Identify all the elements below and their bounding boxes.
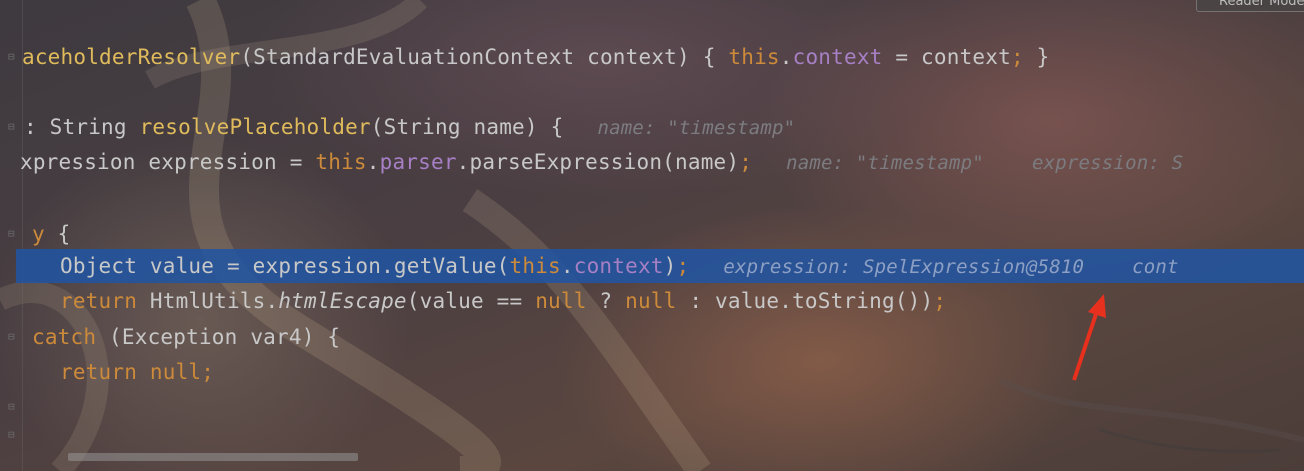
code-text: ): [663, 254, 677, 278]
inline-debug-value: expression: SpelExpression@5810: [723, 256, 1085, 278]
code-line-method-signature[interactable]: : String resolvePlaceholder(String name)…: [24, 110, 795, 144]
inline-debug-value: name: "timestamp": [786, 152, 984, 174]
field-name: context: [792, 45, 883, 69]
code-text: : value.toString()): [676, 289, 934, 313]
keyword: this: [509, 254, 561, 278]
semicolon: ;: [201, 360, 215, 384]
code-line-return-escape[interactable]: return HtmlUtils.htmlEscape(value == nul…: [60, 284, 946, 318]
code-line-get-value[interactable]: Object value = expression.getValue(this.…: [60, 249, 1179, 283]
code-text: (StandardEvaluationContext context) {: [240, 45, 729, 69]
code-text: .: [366, 150, 380, 174]
code-text: (value ==: [406, 289, 536, 313]
keyword: this: [315, 150, 367, 174]
keyword: return: [60, 289, 138, 313]
code-text: {: [44, 222, 71, 246]
keyword: null: [535, 289, 587, 313]
keyword: null: [149, 360, 202, 384]
semicolon: ;: [1010, 45, 1024, 69]
semicolon: ;: [676, 254, 690, 278]
keyword: catch: [32, 325, 97, 349]
static-method-name: htmlEscape: [278, 289, 407, 313]
method-name: aceholderResolver: [22, 45, 241, 69]
code-line-parse-expression[interactable]: xpression expression = this.parser.parse…: [20, 145, 1183, 179]
fold-end-icon[interactable]: ⊟: [8, 428, 20, 442]
code-text: .parseExpression(name): [456, 150, 740, 174]
code-text: .: [560, 254, 574, 278]
inline-debug-value: name: "timestamp": [597, 117, 796, 139]
inline-debug-value: expression: S: [1031, 152, 1184, 174]
semicolon: ;: [933, 289, 947, 313]
code-line-return-null[interactable]: return null;: [60, 355, 214, 389]
code-text: = context: [882, 45, 1011, 69]
horizontal-scrollbar[interactable]: [68, 453, 358, 461]
method-name: resolvePlaceholder: [139, 115, 371, 139]
keyword: return: [60, 360, 138, 384]
red-annotation-arrow-icon: [1072, 294, 1106, 381]
code-text: HtmlUtils.: [137, 289, 279, 313]
inline-debug-value: cont: [1132, 256, 1179, 278]
code-text: }: [1023, 45, 1050, 69]
code-line-constructor[interactable]: aceholderResolver(StandardEvaluationCont…: [22, 40, 1049, 74]
keyword: this: [728, 45, 780, 69]
code-text: : String: [24, 115, 140, 139]
code-text: Object value = expression.getValue(: [60, 254, 510, 278]
field-name: context: [573, 254, 664, 278]
keyword: y: [32, 222, 45, 246]
code-text: .: [779, 45, 793, 69]
code-line-catch[interactable]: catch (Exception var4) {: [32, 320, 340, 354]
code-text: (Exception var4) {: [96, 325, 341, 349]
field-name: parser: [379, 150, 457, 174]
keyword: null: [625, 289, 677, 313]
fold-end-icon[interactable]: ⊟: [8, 400, 20, 414]
code-text: ?: [586, 289, 626, 313]
code-text: xpression expression =: [20, 150, 316, 174]
code-line-try[interactable]: y {: [32, 217, 71, 251]
semicolon: ;: [739, 150, 753, 174]
code-text: (String name) {: [370, 115, 564, 139]
